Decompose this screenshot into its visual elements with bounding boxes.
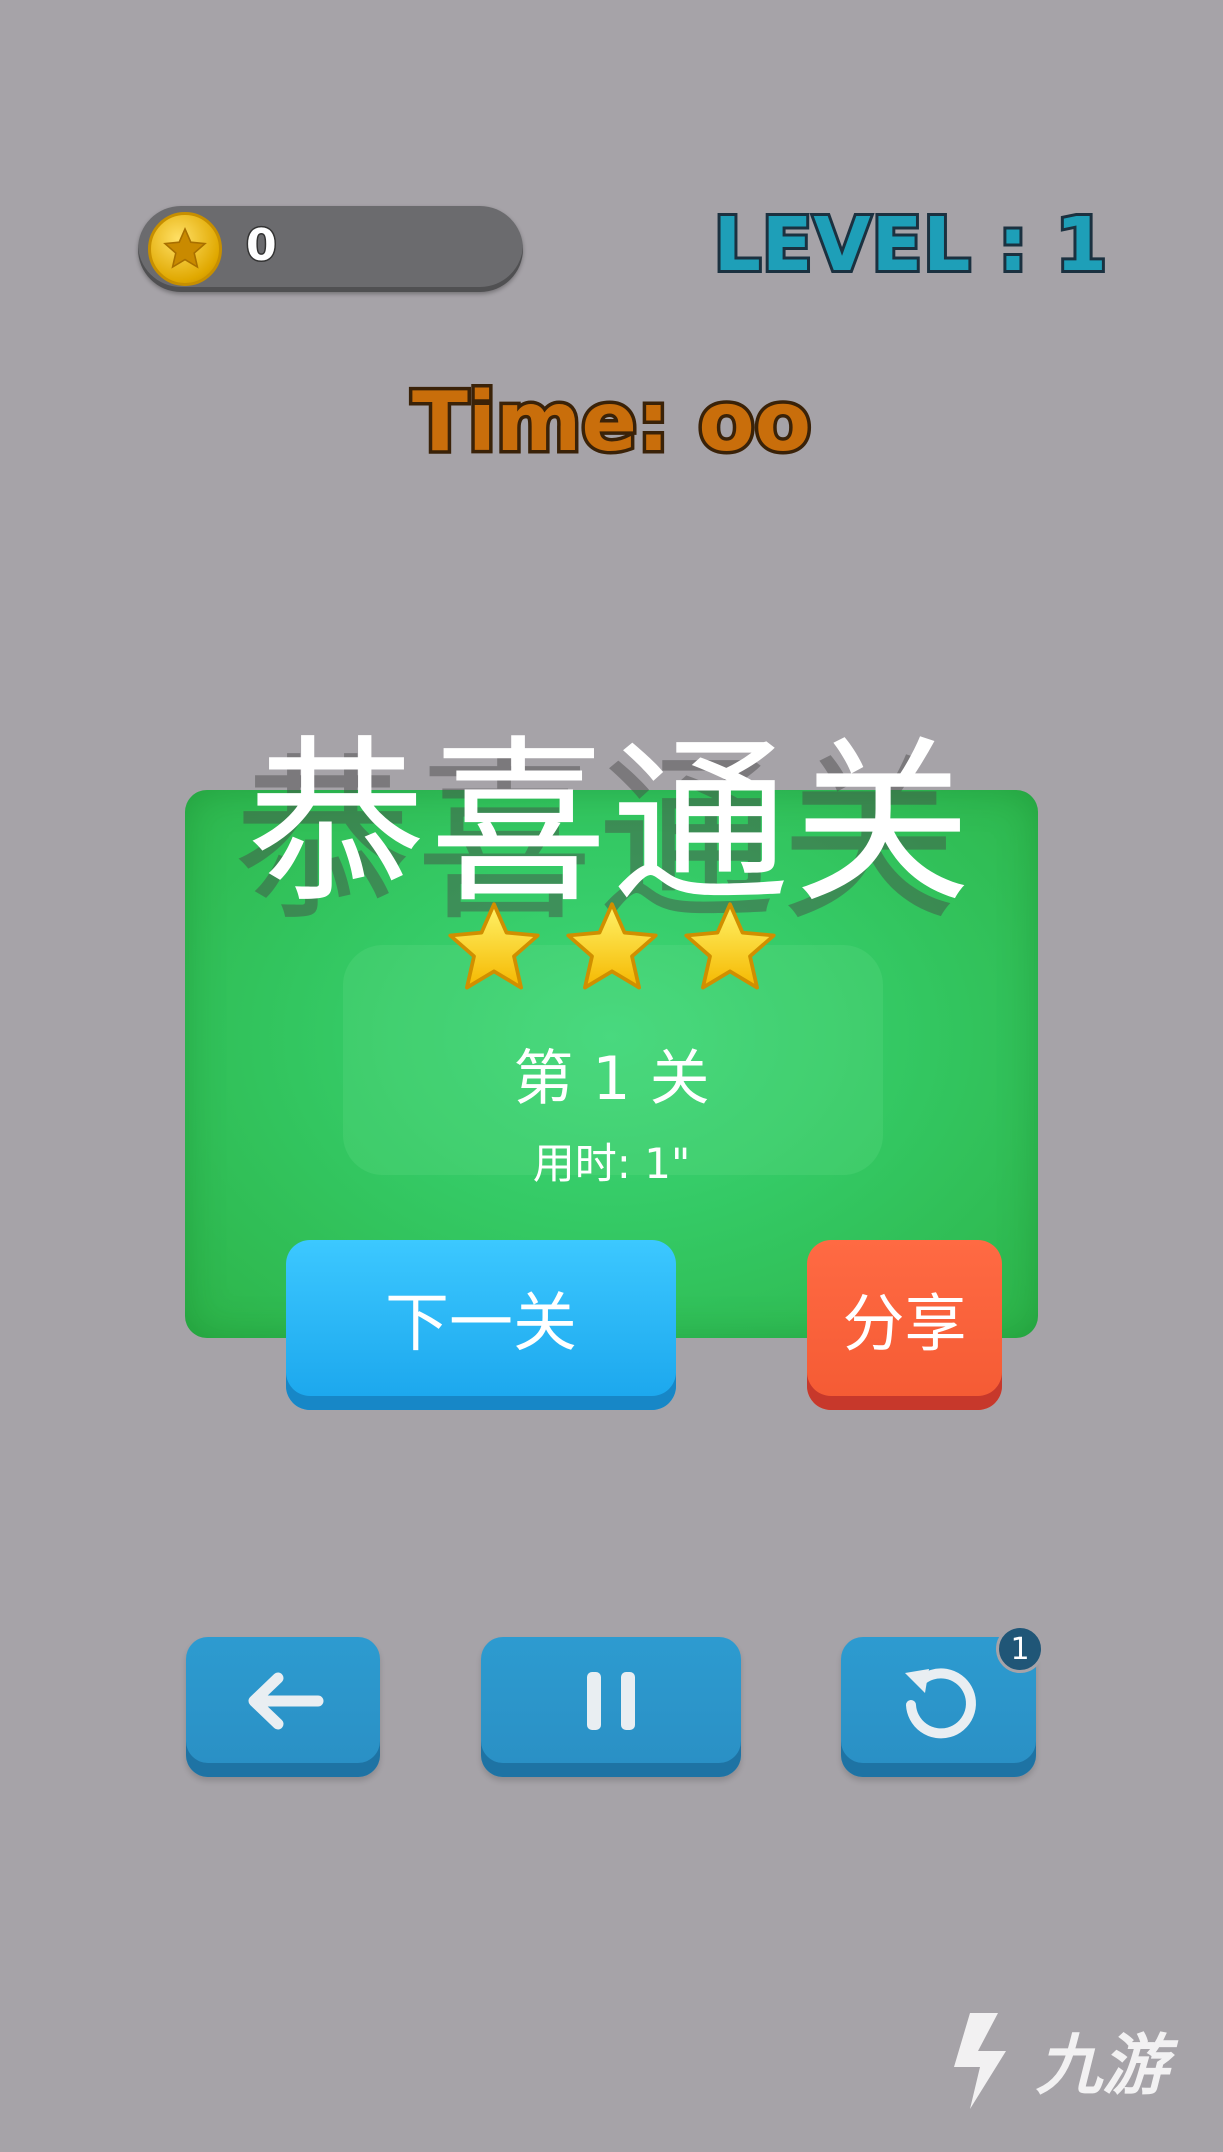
time-indicator: Time: oo: [408, 372, 814, 474]
back-button[interactable]: [186, 1637, 380, 1777]
undo-count-badge: 1: [996, 1625, 1044, 1673]
next-level-button[interactable]: 下一关: [286, 1240, 676, 1410]
star-icon: [683, 902, 776, 990]
game-screen: 0 LEVEL : 1 Time: oo 恭喜通关 第 1 关 用时: 1" 下…: [0, 0, 1223, 2152]
stage-label: 第 1 关: [513, 1044, 710, 1114]
star-icon: [565, 902, 658, 990]
share-button[interactable]: 分享: [807, 1240, 1002, 1410]
pause-button[interactable]: [481, 1637, 741, 1777]
coin-star-icon: [148, 212, 222, 286]
watermark: 九游: [940, 2000, 1200, 2120]
coin-counter: 0: [138, 206, 523, 292]
star-rating: [0, 898, 1223, 998]
coin-count: 0: [245, 219, 279, 273]
pause-icon: [587, 1672, 635, 1730]
time-used: 用时: 1": [532, 1139, 691, 1188]
level-indicator: LEVEL : 1: [711, 199, 1110, 291]
watermark-text: 九游: [1036, 2027, 1168, 2104]
star-icon: [447, 902, 540, 990]
undo-icon: [904, 1668, 976, 1739]
watermark-logo-icon: [954, 2013, 1006, 2109]
arrow-left-icon: [248, 1672, 324, 1730]
